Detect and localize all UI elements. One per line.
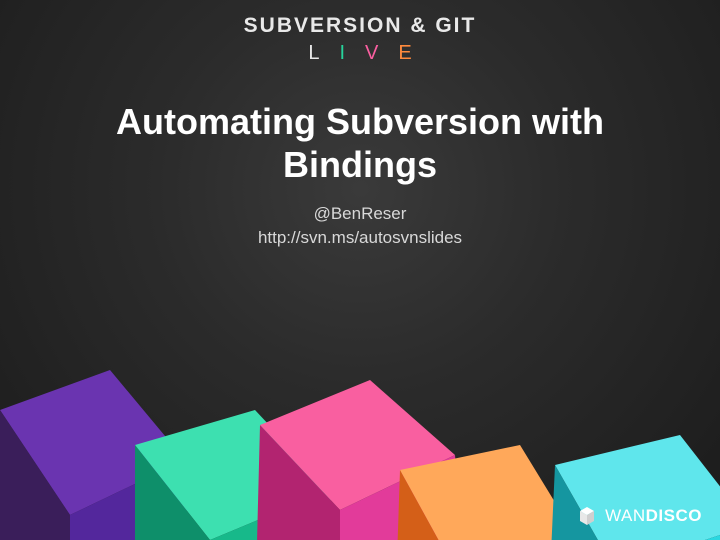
cube-magenta-icon xyxy=(255,380,470,540)
live-letter-l: L xyxy=(308,42,339,64)
cube-green-icon xyxy=(135,410,340,540)
live-letter-i: I xyxy=(339,42,365,64)
footer-brand: WANDISCO xyxy=(577,506,702,526)
event-live-word: LIVE xyxy=(0,42,720,65)
cube-orange-icon xyxy=(395,445,590,540)
slide-subtitle: @BenReser http://svn.ms/autosvnslides xyxy=(0,202,720,250)
brand-word-thin: WAN xyxy=(605,506,646,525)
event-logo: SUBVERSION & GIT LIVE xyxy=(0,14,720,65)
live-letter-v: V xyxy=(365,42,398,64)
slides-url: http://svn.ms/autosvnslides xyxy=(0,226,720,250)
wandisco-wordmark: WANDISCO xyxy=(605,506,702,526)
slide-title: Automating Subversion with Bindings xyxy=(0,100,720,186)
decorative-cubes xyxy=(0,280,720,540)
wandisco-logo-icon xyxy=(577,506,597,526)
event-name: SUBVERSION & GIT xyxy=(0,14,720,38)
live-letter-e: E xyxy=(398,42,431,64)
author-handle: @BenReser xyxy=(0,202,720,226)
cube-purple-icon xyxy=(0,370,190,540)
brand-word-bold: DISCO xyxy=(646,506,702,525)
